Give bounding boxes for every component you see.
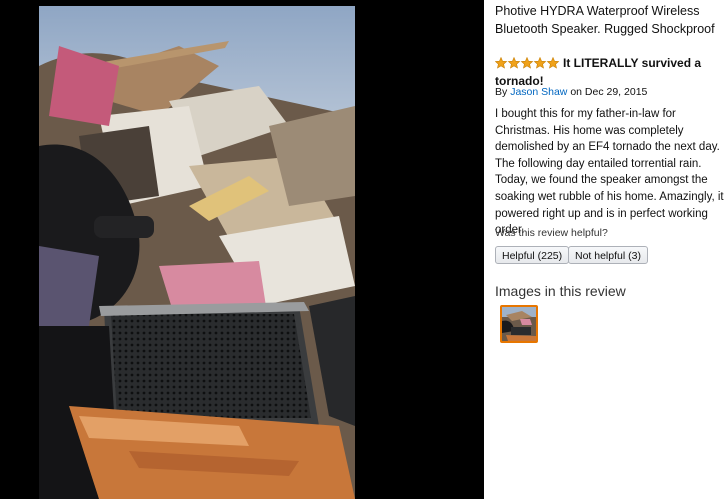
review-photo-thumbnail[interactable] xyxy=(500,305,538,343)
review-body: I bought this for my father-in-law for C… xyxy=(495,108,724,237)
not-helpful-button[interactable]: Not helpful (3) xyxy=(568,246,648,264)
review-headline-row: It LITERALLY survived a tornado! xyxy=(495,54,723,90)
byline-prefix: By xyxy=(495,86,508,98)
helpful-button[interactable]: Helpful (225) xyxy=(495,246,570,264)
author-link[interactable]: Jason Shaw xyxy=(510,86,567,98)
images-heading: Images in this review xyxy=(495,283,626,299)
review-panel: Photive HYDRA Waterproof Wireless Blueto… xyxy=(484,0,728,499)
review-byline: By Jason Shaw on Dec 29, 2015 xyxy=(495,86,647,98)
review-photo xyxy=(39,6,355,499)
image-viewer xyxy=(0,0,484,499)
product-title[interactable]: Photive HYDRA Waterproof Wireless Blueto… xyxy=(495,2,725,38)
helpful-question: Was this review helpful? xyxy=(495,227,608,239)
five-star-rating-icon xyxy=(495,57,561,69)
review-date: on Dec 29, 2015 xyxy=(570,86,648,98)
